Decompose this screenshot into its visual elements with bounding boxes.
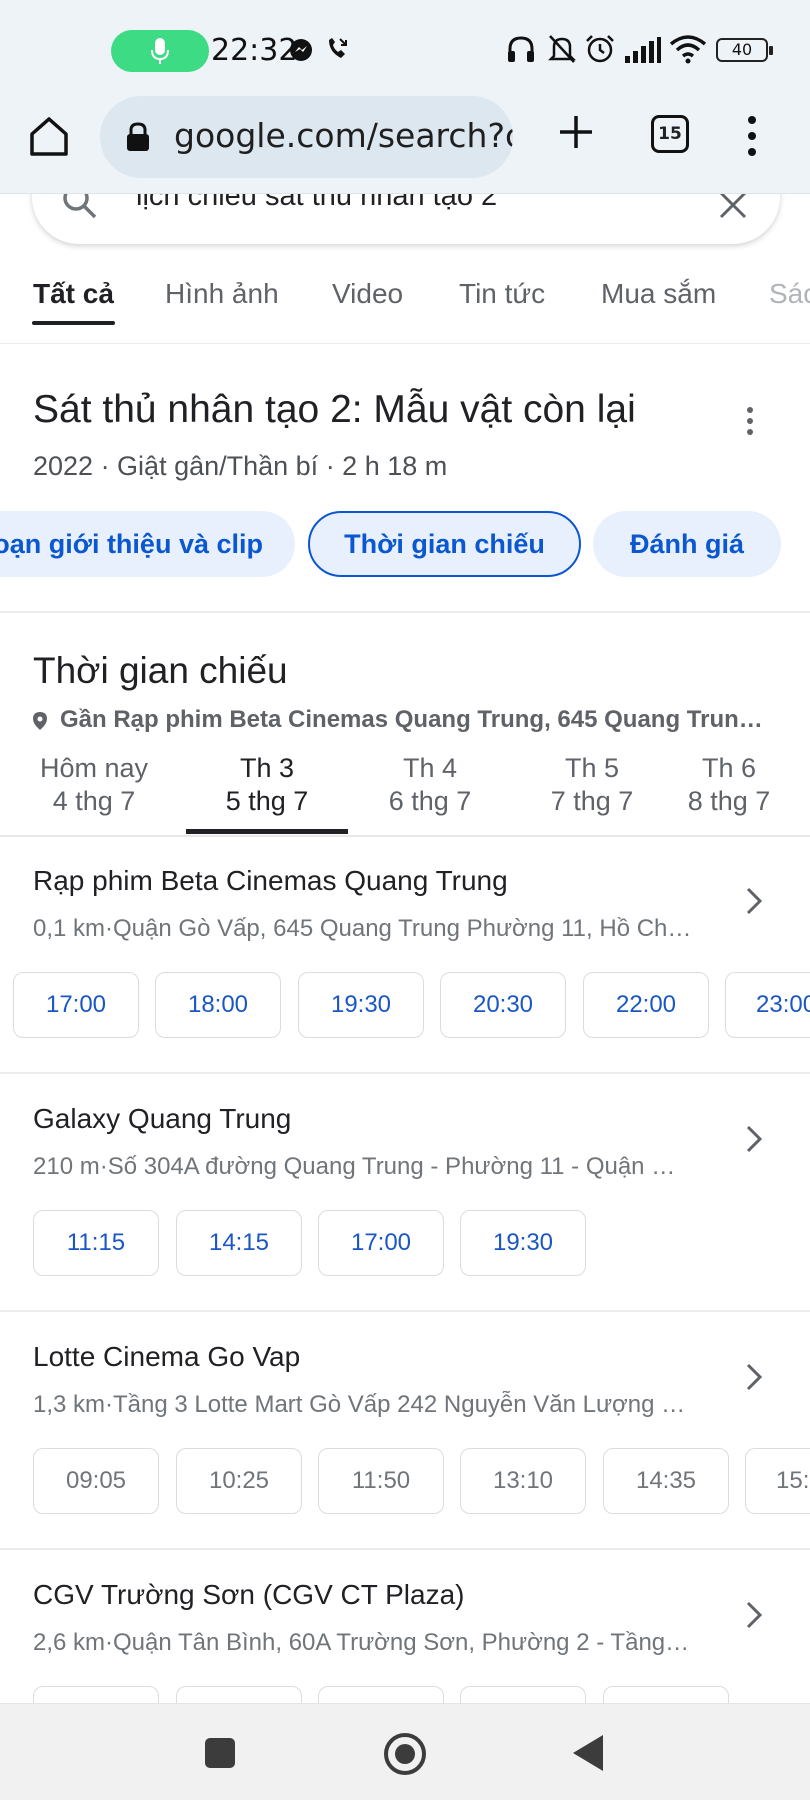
cinema-address: 1,3 km·Tầng 3 Lotte Mart Gò Vấp 242 Nguy… (33, 1391, 693, 1418)
showtime-button[interactable]: 17:00 (318, 1210, 444, 1276)
tab-all[interactable]: Tất cả (33, 278, 114, 310)
showtime-button[interactable]: 22:00 (583, 972, 709, 1038)
chevron-right-icon[interactable] (744, 1362, 764, 1392)
chip-trailers[interactable]: Đoạn giới thiệu và clip (0, 511, 295, 577)
day-label: Th 4 (402, 753, 458, 783)
tab-books[interactable]: Sách (769, 278, 810, 310)
missed-call-icon (329, 38, 347, 58)
tab-switcher-button[interactable]: 15 (651, 115, 689, 153)
browser-toolbar-overlay: google.com/search?client=ms-android 15 (0, 96, 810, 194)
cinema-address: 210 m·Số 304A đường Quang Trung - Phường… (33, 1153, 693, 1180)
chip-reviews[interactable]: Đánh giá (593, 511, 781, 577)
divider (0, 1548, 810, 1550)
divider (0, 835, 810, 837)
day-tab-today[interactable]: Hôm nay 4 thg 7 (13, 752, 175, 818)
back-button[interactable] (573, 1735, 603, 1771)
movie-meta: 2022 · Giật gân/Thần bí · 2 h 18 m (33, 451, 448, 481)
active-tab-indicator (32, 321, 115, 325)
showtime-button: 13:10 (460, 1448, 586, 1514)
day-date: 5 thg 7 (225, 786, 309, 816)
showtime-button[interactable]: 14:15 (176, 1210, 302, 1276)
alarm-icon (586, 35, 614, 63)
clear-icon[interactable] (718, 190, 748, 220)
showtime-button: 10:25 (176, 1448, 302, 1514)
chip-showtimes[interactable]: Thời gian chiếu (308, 511, 581, 577)
day-label: Th 3 (239, 753, 295, 783)
day-date: 4 thg 7 (52, 786, 136, 816)
divider (0, 1310, 810, 1312)
status-time: 22:32 (211, 33, 298, 68)
messenger-icon (290, 39, 312, 61)
browser-menu-icon[interactable] (742, 114, 762, 158)
headphones-icon (508, 36, 534, 62)
day-tab-fri[interactable]: Th 6 8 thg 7 (648, 752, 810, 818)
showtime-button[interactable]: 17:00 (13, 972, 139, 1038)
signal-icon (625, 37, 661, 63)
address-bar[interactable]: google.com/search?client=ms-android (100, 96, 513, 178)
showtime-button[interactable]: 20:30 (440, 972, 566, 1038)
active-day-indicator (186, 829, 348, 834)
showtime-button: 11:50 (318, 1448, 444, 1514)
mic-icon (151, 38, 169, 64)
cinema-name[interactable]: Rạp phim Beta Cinemas Quang Trung (33, 865, 508, 897)
chevron-right-icon[interactable] (744, 886, 764, 916)
showtime-button[interactable]: 18:00 (155, 972, 281, 1038)
url-text: google.com/search?client=ms-android (174, 116, 513, 155)
cinema-address: 0,1 km·Quận Gò Vấp, 645 Quang Trung Phườ… (33, 915, 693, 942)
recents-button[interactable] (205, 1738, 235, 1768)
more-options-icon[interactable] (745, 407, 755, 437)
chevron-right-icon[interactable] (744, 1600, 764, 1630)
mic-indicator[interactable] (111, 30, 209, 72)
cinema-address: 2,6 km·Quận Tân Bình, 60A Trường Sơn, Ph… (33, 1629, 693, 1656)
movie-title: Sát thủ nhân tạo 2: Mẫu vật còn lại (33, 388, 636, 431)
tab-news[interactable]: Tin tức (459, 278, 545, 310)
home-icon[interactable] (27, 114, 71, 158)
day-date: 8 thg 7 (687, 786, 771, 816)
showtimes-location[interactable]: Gần Rạp phim Beta Cinemas Quang Trung, 6… (60, 706, 770, 734)
showtime-button[interactable]: 11:15 (33, 1210, 159, 1276)
divider (0, 1072, 810, 1074)
tab-videos[interactable]: Video (332, 278, 403, 310)
chevron-right-icon[interactable] (744, 1124, 764, 1154)
showtimes-heading: Thời gian chiếu (33, 650, 288, 691)
showtime-button[interactable]: 19:30 (460, 1210, 586, 1276)
system-nav-bar (0, 1703, 810, 1800)
cinema-name[interactable]: Galaxy Quang Trung (33, 1103, 291, 1135)
tab-images[interactable]: Hình ảnh (165, 278, 279, 310)
showtime-button: 09:05 (33, 1448, 159, 1514)
day-date: 6 thg 7 (388, 786, 472, 816)
showtime-button[interactable]: 19:30 (298, 972, 424, 1038)
showtime-button: 14:35 (603, 1448, 729, 1514)
lock-icon (127, 122, 149, 151)
day-label: Th 6 (701, 753, 757, 783)
showtime-button[interactable]: 23:00 (725, 972, 810, 1038)
battery-icon: 40 (716, 38, 773, 62)
search-type-tabs: Tất cả Hình ảnh Video Tin tức Mua sắm Sá… (0, 266, 810, 344)
day-tab-tue[interactable]: Th 3 5 thg 7 (186, 752, 348, 818)
home-button[interactable] (384, 1733, 426, 1775)
mute-icon (547, 35, 577, 63)
wifi-icon (669, 35, 707, 64)
showtime-button: 15:55 (745, 1448, 810, 1514)
cinema-name[interactable]: CGV Trường Sơn (CGV CT Plaza) (33, 1579, 465, 1611)
location-pin-icon (33, 712, 47, 730)
cinema-name[interactable]: Lotte Cinema Go Vap (33, 1341, 300, 1373)
day-label: Hôm nay (39, 753, 149, 783)
divider (0, 611, 810, 613)
tab-shopping[interactable]: Mua sắm (601, 278, 716, 310)
new-tab-icon[interactable] (556, 112, 596, 152)
status-bar: 22:32 40 (0, 0, 810, 96)
day-tab-wed[interactable]: Th 4 6 thg 7 (349, 752, 511, 818)
